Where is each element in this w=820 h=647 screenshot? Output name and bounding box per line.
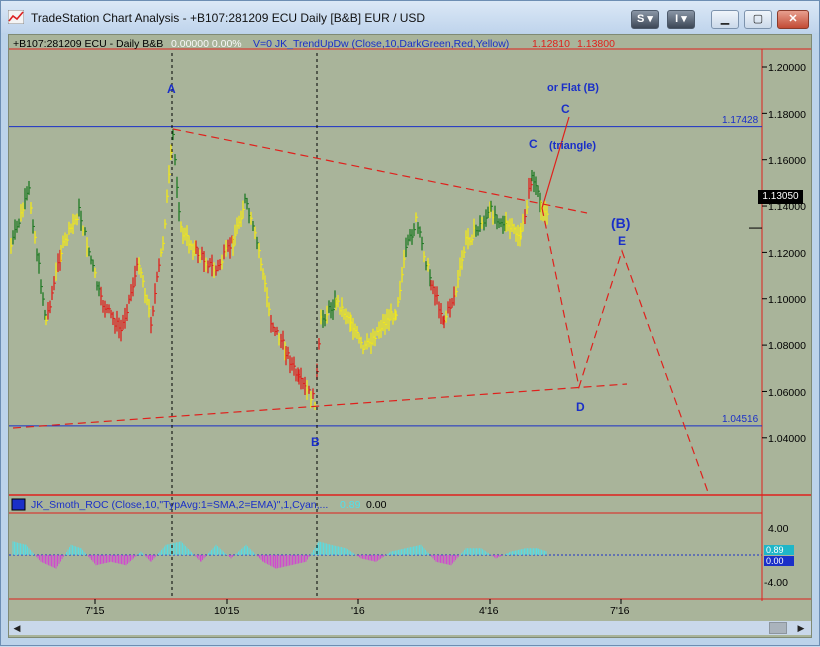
scroll-left-icon[interactable]: ◀ [11, 622, 23, 634]
x-tick-label: 7'15 [85, 605, 105, 617]
level-label-lower: 1.04516 [722, 414, 759, 425]
wave-label-e: E [618, 234, 627, 248]
triangle-lower-trendline [12, 383, 628, 429]
note-or-flat: or Flat (B) [547, 82, 599, 94]
indicator-pane-study: JK_Smoth_ROC (Close,10,"TypAvg:1=SMA,2=E… [31, 499, 329, 511]
triangle-upper-trendline [172, 128, 588, 214]
horizontal-scrollbar[interactable]: ◀ ▶ [9, 621, 811, 635]
app-window: TradeStation Chart Analysis - +B107:2812… [0, 0, 820, 646]
y-tick-label: 1.18000 [768, 109, 806, 121]
indicator-pane-value2: 0.00 [366, 499, 387, 511]
roc-zero-value-box: 0.00 [764, 556, 794, 566]
scrollbar-thumb[interactable] [769, 622, 787, 634]
wave-label-a: A [167, 82, 176, 96]
x-tick-label: 4'16 [479, 605, 499, 617]
scroll-right-icon[interactable]: ▶ [795, 622, 807, 634]
roc-last-value-box: 0.89 [764, 545, 794, 555]
wave-label-c-actual: C [529, 137, 538, 151]
projection-flat-c-line [541, 116, 570, 209]
x-tick-label: '16 [351, 605, 365, 617]
wave-label-c-projected: C [561, 102, 570, 116]
y-tick-label: 1.04000 [768, 433, 806, 445]
price-bars [10, 128, 549, 411]
roc-tick-label: 4.00 [768, 523, 789, 535]
note-triangle: (triangle) [549, 140, 597, 152]
y-tick-label: 1.08000 [768, 340, 806, 352]
x-tick-label: 7'16 [610, 605, 630, 617]
wave-label-big-b: (B) [611, 215, 631, 231]
price-pane-study: V=0 JK_TrendUpDw (Close,10,DarkGreen,Red… [253, 38, 510, 50]
projection-wave-path [541, 207, 710, 496]
y-tick-label: 1.06000 [768, 387, 806, 399]
level-label-upper: 1.17428 [722, 115, 759, 126]
price-pane-value1: 1.12810 [532, 38, 570, 50]
wave-label-d: D [576, 400, 585, 414]
y-tick-label: 1.12000 [768, 248, 806, 260]
price-pane-change: 0.00000 0.00% [171, 38, 242, 50]
price-pane-symbol: +B107:281209 ECU - Daily B&B [13, 38, 164, 50]
roc-tick-label: -4.00 [764, 577, 788, 589]
y-tick-label: 1.16000 [768, 155, 806, 167]
x-tick-label: 10'15 [214, 605, 240, 617]
last-price-box: 1.13050 [758, 190, 803, 204]
indicator-pane-value1: 0.89 [340, 499, 361, 511]
chart-canvas[interactable] [1, 1, 820, 647]
y-tick-label: 1.10000 [768, 294, 806, 306]
price-pane-value2: 1.13800 [577, 38, 615, 50]
wave-label-b: B [311, 435, 320, 449]
roc-histogram [9, 541, 762, 569]
y-tick-label: 1.20000 [768, 62, 806, 74]
